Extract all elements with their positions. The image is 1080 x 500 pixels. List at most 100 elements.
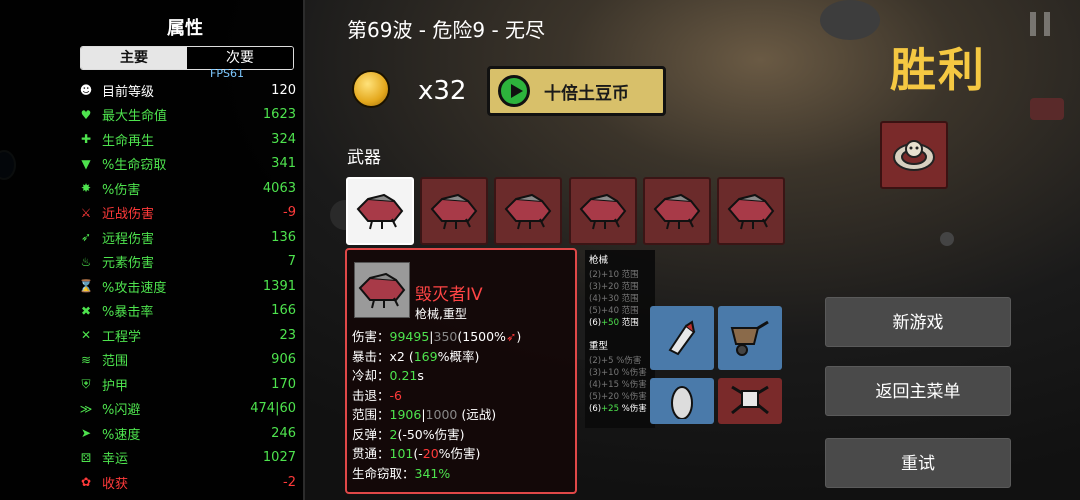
item-slot-spider[interactable] — [718, 378, 782, 424]
stat-value: 136 — [271, 229, 296, 245]
tooltip-stat-part: (- — [413, 446, 423, 461]
stat-name: 幸运 — [102, 452, 129, 468]
weapon-slot[interactable] — [420, 177, 489, 245]
destroyer-weapon-icon — [653, 193, 701, 230]
destroyer-weapon-icon — [358, 272, 406, 309]
stat-row: ➤ %速度 246 — [78, 421, 296, 446]
set-bonus-suffix: 范围 — [619, 318, 639, 328]
tooltip-weapon-image — [354, 262, 410, 318]
tooltip-weapon-name: 毁灭者IV — [415, 285, 483, 305]
stats-title: 属性 — [167, 18, 203, 39]
set-bonus-line: (5)+20 %伤害 — [589, 392, 647, 402]
item-slot-bullet[interactable] — [650, 306, 714, 370]
weapon-tooltip: 毁灭者IV 枪械,重型 伤害：99495|350(1500%➶) 暴击：x2 (1… — [345, 248, 577, 494]
tooltip-stat-part: ) — [516, 329, 522, 344]
weapon-slot[interactable] — [494, 177, 563, 245]
attack-speed-icon: ⌛ — [78, 279, 94, 294]
destroyer-weapon-icon — [579, 193, 626, 230]
potato-coin-icon — [352, 70, 390, 108]
tooltip-stat-part: -6 — [389, 387, 402, 403]
weapon-slot[interactable] — [346, 177, 414, 245]
tooltip-stat-line: 冷却：0.21s — [352, 366, 521, 386]
set-bonus-line: (3)+10 %伤害 — [589, 368, 647, 378]
stat-value: 1391 — [262, 278, 296, 294]
stat-name: %生命窃取 — [102, 158, 167, 174]
main-menu-button[interactable]: 返回主菜单 — [825, 366, 1011, 416]
stat-row: ⚄ 幸运 1027 — [78, 446, 296, 471]
tooltip-stat-part: %概率) — [437, 348, 480, 364]
stat-name: 范围 — [102, 354, 129, 370]
pause-icon[interactable] — [1030, 12, 1050, 36]
destroyer-weapon-icon — [356, 193, 404, 230]
tooltip-stat-part: 反弹： — [352, 426, 390, 442]
stat-row: ➶ 远程伤害 136 — [78, 225, 296, 250]
engineering-icon: ✕ — [80, 328, 92, 343]
set-bonus-line: (5)+40 范围 — [589, 306, 639, 316]
stats-tabs: 主要 次要 — [80, 46, 294, 70]
item-slot-wheelbarrow[interactable] — [718, 306, 782, 370]
tooltip-weapon-type: 枪械,重型 — [415, 307, 467, 321]
stat-name: 最大生命值 — [102, 109, 168, 125]
tooltip-stat-part: 341% — [414, 465, 451, 481]
weapon-slot[interactable] — [717, 177, 785, 245]
stats-panel: 属性 主要 次要 FPS61 ☻ 目前等级 120 ♥ 最大生命值 1623 ✚ 生命再生 32… — [0, 0, 305, 500]
stat-row: ✚ 生命再生 324 — [78, 127, 296, 152]
tab-primary[interactable]: 主要 — [81, 47, 187, 69]
stat-row: ▼ %生命窃取 341 — [78, 152, 296, 177]
tooltip-stat-line: 生命窃取：341% — [352, 464, 521, 484]
stat-name: 工程学 — [102, 329, 142, 345]
set-bonus-line: (2)+5 %伤害 — [589, 356, 642, 366]
tooltip-stat-part: 20 — [422, 446, 439, 461]
tooltip-stat-part: 1000 — [425, 407, 458, 422]
weapon-slot[interactable] — [568, 177, 637, 245]
stat-value: 906 — [271, 352, 296, 368]
item-slot-capsule[interactable] — [650, 378, 714, 424]
stat-value: 7 — [287, 254, 296, 270]
stat-row: ✸ %伤害 4063 — [78, 176, 296, 201]
retry-button[interactable]: 重试 — [825, 438, 1011, 488]
stat-value: -2 — [283, 474, 296, 490]
tooltip-stat-part: 暴击：x2 ( — [352, 348, 414, 364]
set-bonus-line: (4)+30 范围 — [589, 294, 639, 304]
tooltip-stat-part: 范围： — [352, 407, 390, 422]
set-bonus-line: (3)+20 范围 — [589, 282, 639, 292]
stat-value: 4063 — [262, 180, 296, 196]
ring-item-slot[interactable] — [880, 121, 948, 189]
tooltip-stat-line: 范围：1906|1000 (远战) — [352, 405, 521, 425]
set-bonus-line: (4)+15 %伤害 — [589, 380, 647, 390]
stat-value: -9 — [283, 205, 296, 221]
stat-value: 1027 — [262, 450, 296, 466]
tooltip-stat-line: 反弹：2(-50%伤害) — [352, 425, 521, 445]
new-game-button[interactable]: 新游戏 — [825, 297, 1011, 347]
tenfold-coin-button[interactable]: 十倍土豆币 — [487, 66, 666, 116]
armor-icon: ⛨ — [81, 376, 91, 391]
tooltip-stat-line: 击退：-6 — [352, 386, 521, 406]
destroyer-weapon-icon — [430, 193, 478, 230]
tooltip-stat-part: 贯通： — [352, 446, 390, 461]
stat-value: 324 — [271, 131, 296, 147]
play-icon — [498, 75, 530, 107]
tooltip-stat-part: s — [417, 368, 424, 383]
set-bonus-value: +25 — [601, 404, 619, 414]
tooltip-stat-part: 350 — [433, 329, 458, 344]
bullet-item-icon — [668, 320, 696, 356]
stat-name: 收获 — [102, 476, 129, 492]
stat-value: 474|60 — [250, 401, 296, 417]
stat-name: 近战伤害 — [102, 207, 155, 223]
tooltip-stat-part: 169 — [413, 348, 438, 364]
victory-title: 胜利 — [890, 43, 986, 97]
stat-row: ≋ 范围 906 — [78, 348, 296, 373]
weapon-slot[interactable] — [642, 177, 711, 245]
heart-icon: ♥ — [80, 107, 92, 122]
tooltip-stat-part: (-50%伤害) — [397, 426, 465, 442]
tooltip-stat-part: 伤害： — [352, 329, 390, 344]
harvest-icon: ✿ — [80, 475, 92, 490]
stat-row: ✕ 工程学 23 — [78, 323, 296, 348]
set-bonus-prefix: (6) — [589, 318, 602, 328]
set-bonus-title: 枪械 — [589, 255, 609, 266]
stat-value: 120 — [271, 82, 296, 98]
tab-secondary[interactable]: 次要 — [187, 47, 293, 69]
stat-name: 护甲 — [102, 378, 129, 394]
stat-name: 生命再生 — [102, 133, 155, 149]
stat-value: 246 — [271, 425, 296, 441]
